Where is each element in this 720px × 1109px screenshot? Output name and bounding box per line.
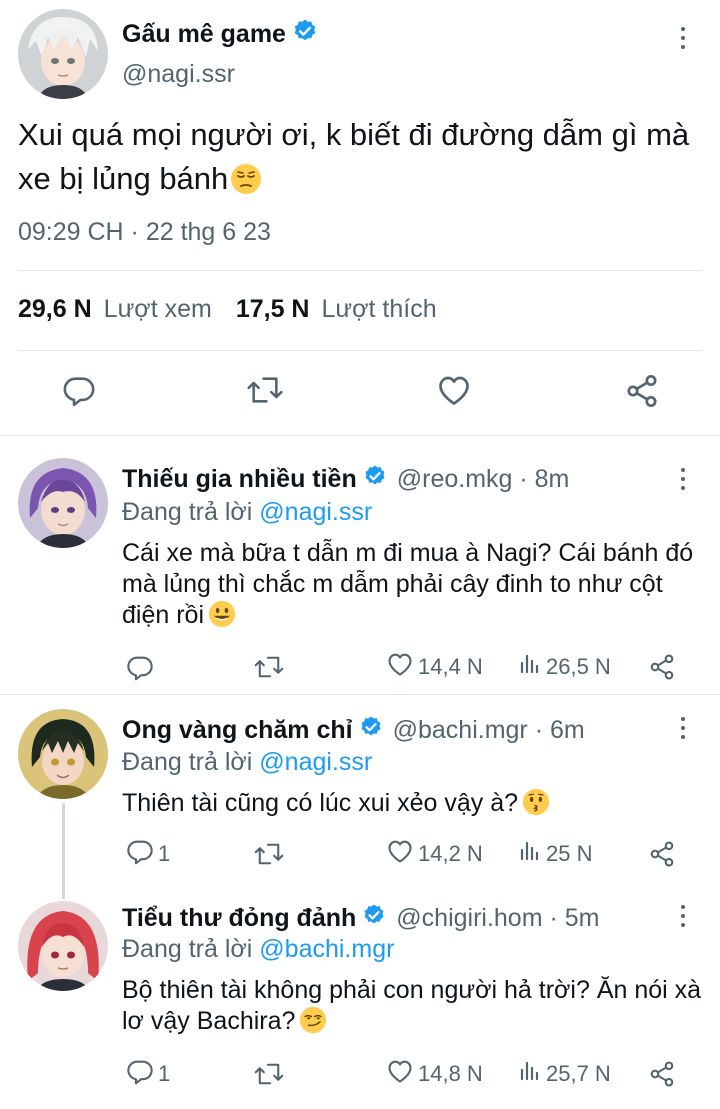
main-author-handle[interactable]: @nagi.ssr	[122, 60, 235, 89]
replying-to-prefix: Đang trả lời	[122, 935, 260, 963]
main-author-name-text: Gấu mê game	[122, 20, 286, 48]
like-count: 14,8 N	[418, 1061, 483, 1086]
reply-count: 1	[158, 1061, 171, 1086]
divider	[18, 350, 702, 351]
reply-button[interactable]: 1	[126, 1059, 170, 1089]
likes-label[interactable]: Lượt thích	[322, 295, 437, 324]
main-author-avatar[interactable]	[18, 9, 108, 99]
thread-line	[62, 803, 65, 895]
reply-author-handle[interactable]: @reo.mkg · 8m	[397, 465, 570, 494]
thread-line	[62, 895, 65, 899]
reply-icon	[126, 1057, 154, 1091]
like-icon	[386, 1057, 414, 1091]
reply-icon	[126, 837, 154, 871]
divider	[18, 270, 702, 271]
like-icon	[386, 650, 414, 684]
retweet-icon[interactable]	[254, 1059, 284, 1089]
views-count[interactable]: 29,6 N	[18, 295, 92, 324]
retweet-icon[interactable]	[246, 373, 284, 412]
reply-text: Bộ thiên tài không phải con người hả trờ…	[122, 975, 702, 1042]
views-icon	[518, 839, 542, 869]
share-icon[interactable]	[648, 652, 676, 682]
reply-header: Ong vàng chăm chỉ @bachi.mgr · 6m	[122, 715, 585, 746]
more-icon[interactable]	[678, 905, 688, 927]
reply-button[interactable]: 1	[126, 839, 170, 869]
more-icon[interactable]	[678, 717, 688, 739]
main-tweet-actions	[0, 355, 720, 430]
views-button[interactable]: 25 N	[518, 839, 592, 869]
grinning-emoji-icon	[208, 600, 236, 636]
replying-to-mention[interactable]: @bachi.mgr	[259, 935, 394, 963]
more-icon[interactable]	[678, 27, 688, 49]
views-button[interactable]: 26,5 N	[518, 652, 611, 682]
replying-to-mention[interactable]: @nagi.ssr	[259, 498, 372, 526]
reply-header: Tiểu thư đỏng đảnh @chigiri.hom · 5m	[122, 903, 599, 934]
main-tweet-text: Xui quá mọi người ơi, k biết đi đường dẫ…	[18, 113, 708, 207]
smirking-emoji-icon	[299, 1006, 327, 1042]
views-icon	[518, 1059, 542, 1089]
reply-author-avatar[interactable]	[18, 458, 108, 548]
replying-to: Đang trả lời @bachi.mgr	[122, 935, 394, 964]
replying-to-prefix: Đang trả lời	[122, 748, 260, 776]
reply-author-avatar[interactable]	[18, 901, 108, 991]
tweet-timestamp[interactable]: 09:29 CH · 22 thg 6 23	[18, 218, 271, 247]
reply-text-content: Bộ thiên tài không phải con người hả trờ…	[122, 976, 702, 1035]
pensive-emoji-icon	[230, 163, 262, 207]
share-icon[interactable]	[624, 373, 660, 414]
reply-author-name[interactable]: Thiếu gia nhiều tiền	[122, 465, 357, 494]
like-icon[interactable]	[436, 373, 472, 412]
main-tweet: Gấu mê game @nagi.ssr Xui quá mọi người …	[0, 0, 720, 435]
reply-tweet[interactable]: Thiếu gia nhiều tiền @reo.mkg · 8m Đang …	[0, 436, 720, 694]
views-icon	[518, 652, 542, 682]
likes-count[interactable]: 17,5 N	[236, 295, 310, 324]
verified-icon	[359, 715, 383, 746]
main-author-name[interactable]: Gấu mê game	[122, 18, 318, 51]
like-count: 14,2 N	[418, 841, 483, 866]
views-button[interactable]: 25,7 N	[518, 1059, 611, 1089]
kissing-emoji-icon	[522, 788, 550, 824]
reply-actions: 14,4 N 26,5 N	[122, 652, 692, 682]
reply-count: 1	[158, 841, 171, 866]
reply-author-handle[interactable]: @chigiri.hom · 5m	[396, 904, 599, 933]
share-icon[interactable]	[648, 1059, 676, 1089]
like-button[interactable]: 14,8 N	[386, 1059, 483, 1089]
views-count: 26,5 N	[546, 654, 611, 679]
share-icon[interactable]	[648, 839, 676, 869]
more-icon[interactable]	[678, 468, 688, 490]
replying-to: Đang trả lời @nagi.ssr	[122, 748, 372, 777]
verified-icon	[362, 903, 386, 934]
replying-to: Đang trả lời @nagi.ssr	[122, 498, 372, 527]
reply-actions: 1 14,2 N 25 N	[122, 839, 692, 869]
like-count: 14,4 N	[418, 654, 483, 679]
reply-tweet[interactable]: Tiểu thư đỏng đảnh @chigiri.hom · 5m Đan…	[0, 895, 720, 1109]
reply-author-handle[interactable]: @bachi.mgr · 6m	[393, 716, 585, 745]
views-count: 25 N	[546, 841, 593, 866]
reply-tweet[interactable]: Ong vàng chăm chỉ @bachi.mgr · 6m Đang t…	[0, 695, 720, 895]
replying-to-mention[interactable]: @nagi.ssr	[259, 748, 372, 776]
reply-header: Thiếu gia nhiều tiền @reo.mkg · 8m	[122, 464, 569, 495]
like-button[interactable]: 14,2 N	[386, 839, 483, 869]
verified-icon	[363, 464, 387, 495]
reply-text: Thiên tài cũng có lúc xui xẻo vậy à?	[122, 788, 702, 824]
reply-author-name[interactable]: Tiểu thư đỏng đảnh	[122, 904, 356, 933]
views-count: 25,7 N	[546, 1061, 611, 1086]
views-label[interactable]: Lượt xem	[104, 295, 212, 324]
reply-text: Cái xe mà bữa t dẫn m đi mua à Nagi? Cái…	[122, 538, 702, 636]
reply-text-content: Thiên tài cũng có lúc xui xẻo vậy à?	[122, 789, 519, 817]
like-button[interactable]: 14,4 N	[386, 652, 483, 682]
main-tweet-text-content: Xui quá mọi người ơi, k biết đi đường dẫ…	[18, 117, 690, 196]
reply-icon[interactable]	[126, 652, 158, 682]
verified-icon	[292, 18, 318, 51]
replying-to-prefix: Đang trả lời	[122, 498, 260, 526]
like-icon	[386, 837, 414, 871]
reply-author-avatar[interactable]	[18, 709, 108, 799]
tweet-stats: 29,6 N Lượt xem 17,5 N Lượt thích	[18, 295, 437, 324]
retweet-icon[interactable]	[254, 839, 284, 869]
reply-actions: 1 14,8 N 25,7 N	[122, 1059, 692, 1089]
reply-author-name[interactable]: Ong vàng chăm chỉ	[122, 716, 353, 745]
retweet-icon[interactable]	[254, 652, 284, 682]
reply-icon[interactable]	[62, 373, 96, 412]
